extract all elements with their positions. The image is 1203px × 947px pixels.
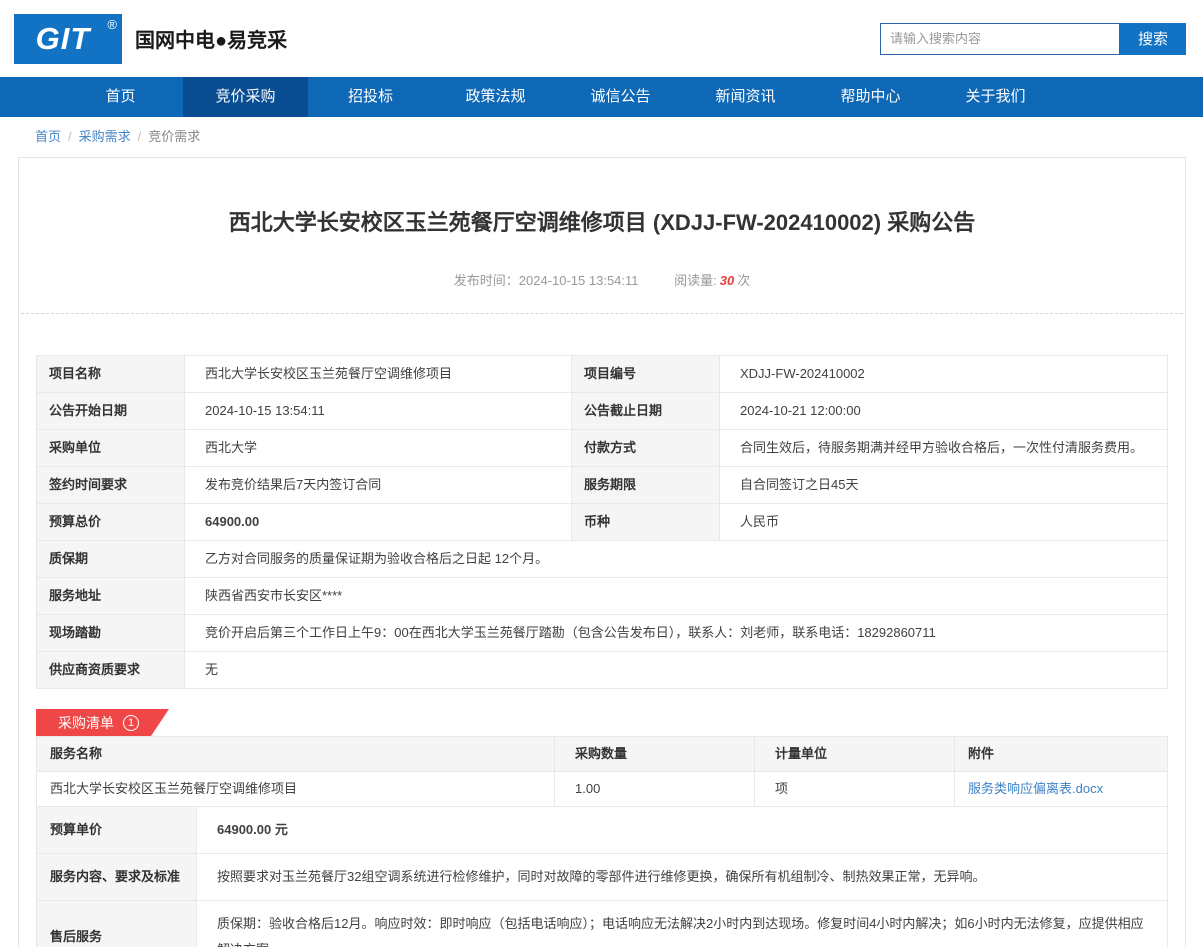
table-row: 项目名称 西北大学长安校区玉兰苑餐厅空调维修项目 项目编号 XDJJ-FW-20… — [36, 355, 1168, 393]
field-value: 陕西省西安市长安区**** — [184, 577, 1168, 615]
page-title: 西北大学长安校区玉兰苑餐厅空调维修项目 (XDJJ-FW-202410002) … — [228, 210, 976, 235]
field-label: 服务期限 — [571, 466, 720, 504]
view-count-number: 30 — [719, 273, 735, 288]
nav-item-policies[interactable]: 政策法规 — [433, 77, 558, 117]
field-label: 公告截止日期 — [571, 392, 720, 430]
column-header: 采购数量 — [554, 736, 755, 772]
breadcrumb-current: 竞价需求 — [148, 129, 201, 144]
field-label: 服务地址 — [36, 577, 185, 615]
field-label: 项目编号 — [571, 355, 720, 393]
purchase-list-badge-label: 采购清单 — [58, 714, 114, 731]
badge-count: 1 — [123, 715, 139, 731]
table-row: 服务内容、要求及标准 按照要求对玉兰苑餐厅32组空调系统进行检修维护，同时对故障… — [36, 853, 1168, 901]
field-value: XDJJ-FW-202410002 — [719, 355, 1168, 393]
purchase-detail-table: 预算单价 64900.00 元 服务内容、要求及标准 按照要求对玉兰苑餐厅32组… — [36, 806, 1168, 947]
field-value: 合同生效后，待服务期满并经甲方验收合格后，一次性付清服务费用。 — [719, 429, 1168, 467]
field-value: 人民币 — [719, 503, 1168, 541]
view-count: 阅读量: 30 次 — [674, 273, 751, 288]
breadcrumb-home[interactable]: 首页 — [35, 129, 61, 144]
nav-item-home[interactable]: 首页 — [58, 77, 183, 117]
table-row: 采购单位 西北大学 付款方式 合同生效后，待服务期满并经甲方验收合格后，一次性付… — [36, 429, 1168, 467]
field-label: 售后服务 — [36, 900, 197, 947]
field-label: 预算单价 — [36, 806, 197, 854]
field-value: 西北大学长安校区玉兰苑餐厅空调维修项目 — [184, 355, 572, 393]
publish-time: 发布时间：2024-10-15 13:54:11 — [453, 273, 639, 288]
field-label: 项目名称 — [36, 355, 185, 393]
field-value: 自合同签订之日45天 — [719, 466, 1168, 504]
table-header-row: 服务名称 采购数量 计量单位 附件 — [36, 736, 1168, 772]
field-value: 2024-10-15 13:54:11 — [184, 392, 572, 430]
purchase-list-badge: 采购清单 1 — [36, 709, 169, 736]
field-label: 公告开始日期 — [36, 392, 185, 430]
table-row: 公告开始日期 2024-10-15 13:54:11 公告截止日期 2024-1… — [36, 392, 1168, 430]
table-row: 服务地址 陕西省西安市长安区**** — [36, 577, 1168, 615]
project-info-table: 项目名称 西北大学长安校区玉兰苑餐厅空调维修项目 项目编号 XDJJ-FW-20… — [36, 355, 1168, 689]
notice-card: 西北大学长安校区玉兰苑餐厅空调维修项目 (XDJJ-FW-202410002) … — [18, 157, 1186, 947]
field-label: 服务内容、要求及标准 — [36, 853, 197, 901]
nav-item-about-us[interactable]: 关于我们 — [933, 77, 1058, 117]
breadcrumb-separator: / — [68, 129, 72, 144]
table-row: 现场踏勘 竞价开启后第三个工作日上午9：00在西北大学玉兰苑餐厅踏勘（包含公告发… — [36, 614, 1168, 652]
budget-total-price: 64900.00 — [184, 503, 572, 541]
logo-area: GIT ® 国网中电●易竞采 — [14, 13, 288, 64]
breadcrumb-separator: / — [137, 129, 142, 144]
breadcrumb: 首页 / 采购需求 / 竞价需求 — [0, 117, 1203, 153]
logo-text: GIT — [35, 20, 91, 56]
divider — [21, 313, 1183, 314]
column-header: 附件 — [954, 736, 1168, 772]
table-row: 西北大学长安校区玉兰苑餐厅空调维修项目 1.00 项 服务类响应偏离表.docx — [36, 771, 1168, 807]
table-row: 供应商资质要求 无 — [36, 651, 1168, 689]
budget-unit-price: 64900.00 元 — [196, 806, 1168, 854]
top-header: GIT ® 国网中电●易竞采 搜索 — [0, 0, 1203, 77]
unit-cell: 项 — [754, 771, 955, 807]
field-value: 竞价开启后第三个工作日上午9：00在西北大学玉兰苑餐厅踏勘（包含公告发布日），联… — [184, 614, 1168, 652]
field-label: 付款方式 — [571, 429, 720, 467]
field-value: 发布竞价结果后7天内签订合同 — [184, 466, 572, 504]
field-label: 签约时间要求 — [36, 466, 185, 504]
field-label: 质保期 — [36, 540, 185, 578]
nav-item-bidding-purchase[interactable]: 竞价采购 — [183, 77, 308, 117]
attachment-cell: 服务类响应偏离表.docx — [954, 771, 1168, 807]
field-label: 现场踏勘 — [36, 614, 185, 652]
notice-meta: 发布时间：2024-10-15 13:54:11 阅读量: 30 次 — [19, 270, 1185, 289]
nav-item-integrity-notice[interactable]: 诚信公告 — [558, 77, 683, 117]
field-value: 无 — [184, 651, 1168, 689]
search-area: 搜索 — [880, 22, 1186, 55]
field-value: 乙方对合同服务的质量保证期为验收合格后之日起 12个月。 — [184, 540, 1168, 578]
table-row: 售后服务 质保期：验收合格后12月。响应时效：即时响应（包括电话响应）；电话响应… — [36, 900, 1168, 947]
attachment-link[interactable]: 服务类响应偏离表.docx — [968, 781, 1103, 796]
column-header: 服务名称 — [36, 736, 555, 772]
field-value: 质保期：验收合格后12月。响应时效：即时响应（包括电话响应）；电话响应无法解决2… — [196, 900, 1168, 947]
field-value: 西北大学 — [184, 429, 572, 467]
field-value: 2024-10-21 12:00:00 — [719, 392, 1168, 430]
field-label: 供应商资质要求 — [36, 651, 185, 689]
column-header: 计量单位 — [754, 736, 955, 772]
table-row: 预算单价 64900.00 元 — [36, 806, 1168, 854]
search-button[interactable]: 搜索 — [1120, 22, 1186, 55]
quantity-cell: 1.00 — [554, 771, 755, 807]
field-label: 采购单位 — [36, 429, 185, 467]
main-nav: 首页 竞价采购 招投标 政策法规 诚信公告 新闻资讯 帮助中心 关于我们 — [0, 77, 1203, 117]
breadcrumb-purchase-demand[interactable]: 采购需求 — [79, 129, 131, 144]
site-brand-name: 国网中电●易竞采 — [135, 30, 288, 52]
table-row: 签约时间要求 发布竞价结果后7天内签订合同 服务期限 自合同签订之日45天 — [36, 466, 1168, 504]
field-label: 预算总价 — [36, 503, 185, 541]
field-value: 按照要求对玉兰苑餐厅32组空调系统进行检修维护，同时对故障的零部件进行维修更换，… — [196, 853, 1168, 901]
search-input[interactable] — [880, 22, 1120, 55]
service-name-cell: 西北大学长安校区玉兰苑餐厅空调维修项目 — [36, 771, 555, 807]
table-row: 质保期 乙方对合同服务的质量保证期为验收合格后之日起 12个月。 — [36, 540, 1168, 578]
registered-mark-icon: ® — [107, 16, 117, 32]
site-logo[interactable]: GIT ® — [14, 13, 122, 64]
table-row: 预算总价 64900.00 币种 人民币 — [36, 503, 1168, 541]
nav-item-news[interactable]: 新闻资讯 — [683, 77, 808, 117]
purchase-list-table: 服务名称 采购数量 计量单位 附件 西北大学长安校区玉兰苑餐厅空调维修项目 1.… — [36, 736, 1168, 807]
nav-item-help-center[interactable]: 帮助中心 — [808, 77, 933, 117]
nav-item-tendering[interactable]: 招投标 — [308, 77, 433, 117]
field-label: 币种 — [571, 503, 720, 541]
